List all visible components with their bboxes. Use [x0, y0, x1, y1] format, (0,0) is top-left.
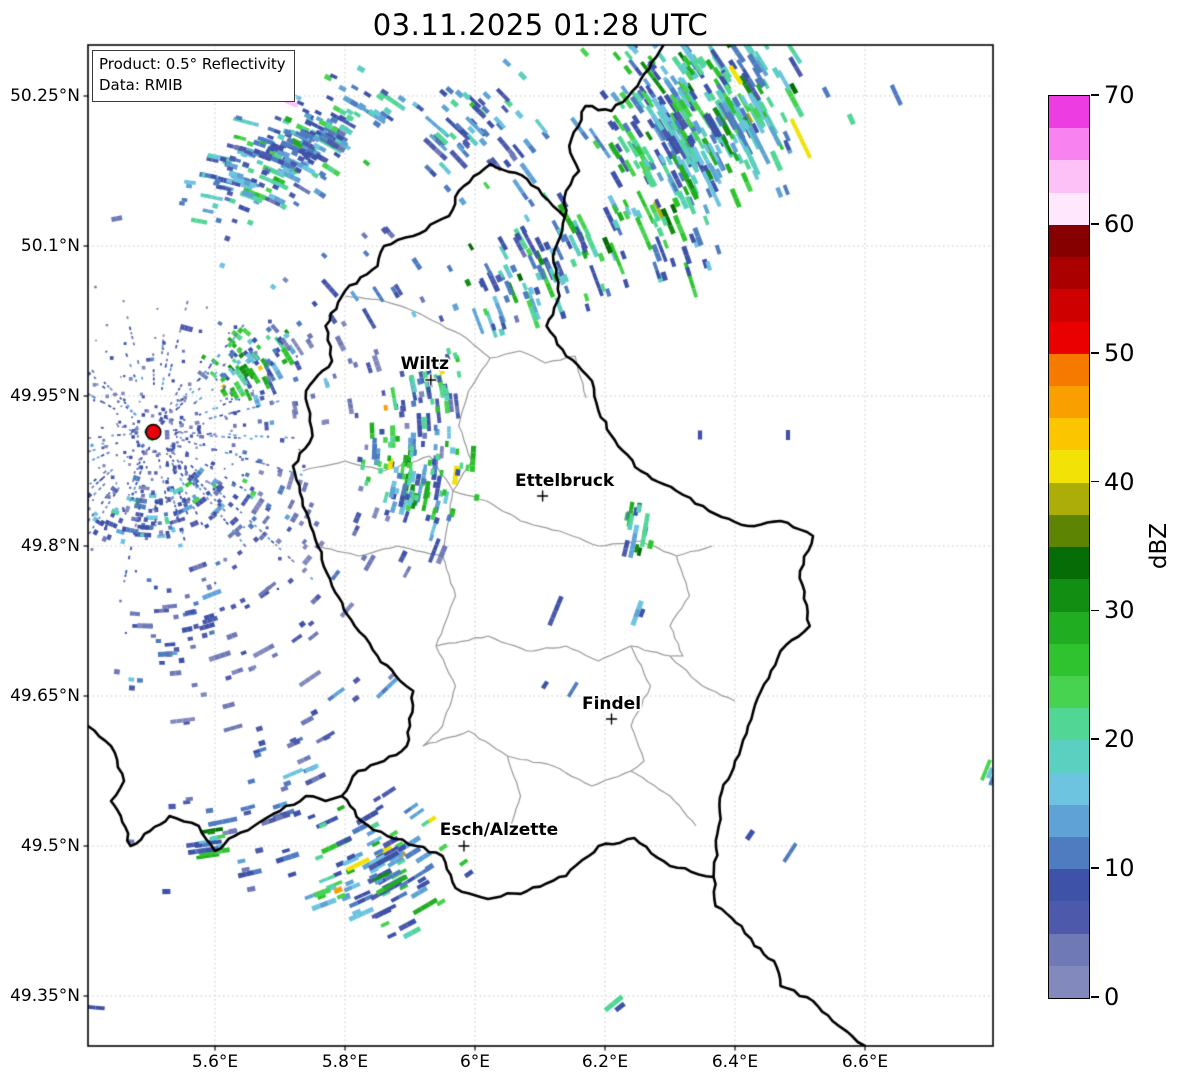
colorbar-tick: [1091, 867, 1099, 869]
city-label: Esch/Alzette: [439, 820, 559, 840]
colorbar-segment: [1049, 933, 1089, 966]
y-tick-label: 50.1°N: [20, 236, 80, 256]
city-label: Wiltz: [400, 354, 450, 374]
colorbar-tick-value: 30: [1104, 596, 1135, 625]
radar-map-canvas: [0, 0, 1184, 1081]
y-tick-label: 49.8°N: [20, 536, 80, 556]
colorbar-segment: [1049, 579, 1089, 612]
x-tick-label: 5.6°E: [191, 1052, 239, 1072]
colorbar-segment: [1049, 965, 1089, 999]
y-tick-label: 49.5°N: [20, 836, 80, 856]
x-tick-label: 6.2°E: [581, 1052, 629, 1072]
colorbar-segment: [1049, 96, 1089, 129]
colorbar-segment: [1049, 192, 1089, 225]
x-tick-label: 6.6°E: [841, 1052, 889, 1072]
colorbar-segment: [1049, 869, 1089, 902]
colorbar-segment: [1049, 224, 1089, 258]
colorbar-segment: [1049, 353, 1089, 386]
colorbar-segment: [1049, 643, 1089, 676]
colorbar-segment: [1049, 321, 1089, 354]
colorbar-segment: [1049, 837, 1089, 870]
colorbar-tick-value: 50: [1104, 338, 1135, 367]
x-tick-label: 6°E: [459, 1052, 491, 1072]
colorbar-segment: [1049, 611, 1089, 644]
colorbar-tick-value: 70: [1104, 81, 1135, 109]
y-tick-label: 49.95°N: [10, 386, 80, 406]
data-source-line: Data: RMIB: [99, 76, 183, 95]
colorbar-segment: [1049, 289, 1089, 322]
colorbar-segment: [1049, 547, 1089, 580]
x-tick-label: 5.8°E: [321, 1052, 369, 1072]
product-line: Product: 0.5° Reflectivity: [99, 55, 286, 73]
colorbar-tick: [1091, 609, 1099, 612]
y-tick-label: 49.65°N: [10, 686, 80, 706]
colorbar-tick-value: 0: [1104, 983, 1120, 1011]
y-tick-label: 50.25°N: [10, 86, 80, 106]
colorbar-segment: [1049, 257, 1089, 290]
colorbar-tick-value: 40: [1104, 467, 1135, 496]
colorbar-tick: [1091, 351, 1099, 354]
y-tick-label: 49.35°N: [10, 986, 80, 1006]
page-title: 03.11.2025 01:28 UTC: [372, 8, 709, 42]
city-label: Findel: [581, 694, 642, 714]
colorbar-segment: [1049, 385, 1089, 419]
colorbar-tick: [1091, 996, 1099, 998]
colorbar-tick-value: 10: [1104, 854, 1135, 883]
colorbar-segment: [1049, 740, 1089, 773]
colorbar-segment: [1049, 772, 1089, 805]
colorbar-tick: [1091, 480, 1099, 483]
product-legend-box: Product: 0.5° Reflectivity Data: RMIB: [92, 50, 295, 102]
colorbar-axis-label: dBZ: [1146, 522, 1173, 570]
colorbar-segment: [1049, 418, 1089, 451]
colorbar-segment: [1049, 450, 1089, 483]
colorbar-tick-value: 20: [1104, 725, 1135, 754]
x-tick-label: 6.4°E: [711, 1052, 759, 1072]
colorbar-tick: [1091, 223, 1099, 225]
reflectivity-colorbar: [1048, 95, 1090, 999]
colorbar-segment: [1049, 514, 1089, 548]
colorbar-segment: [1049, 901, 1089, 934]
colorbar-segment: [1049, 160, 1089, 193]
colorbar-segment: [1049, 482, 1089, 515]
colorbar-segment: [1049, 708, 1089, 741]
colorbar-segment: [1049, 804, 1089, 838]
city-label: Ettelbruck: [514, 471, 615, 491]
colorbar-tick: [1091, 738, 1099, 741]
colorbar-segment: [1049, 128, 1089, 161]
colorbar-segment: [1049, 675, 1089, 709]
colorbar-tick: [1091, 94, 1099, 96]
colorbar-tick-value: 60: [1104, 209, 1135, 238]
